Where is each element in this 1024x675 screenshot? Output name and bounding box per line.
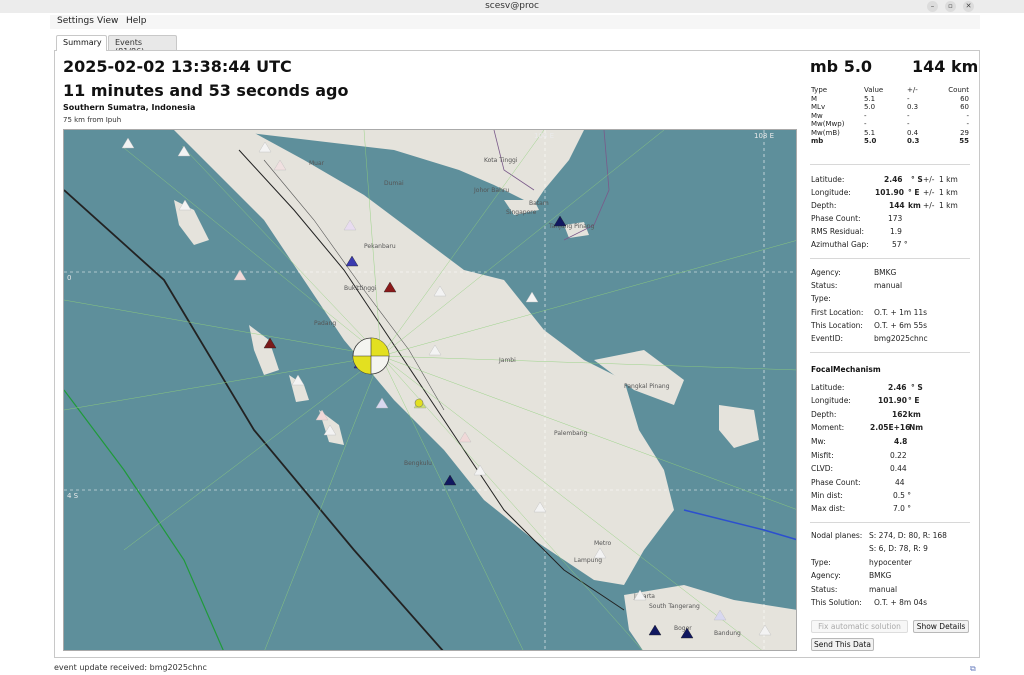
show-details-button[interactable]: Show Details — [913, 620, 969, 633]
fm-this-solution: This Solution: O.T. + 8m 04s — [811, 598, 928, 607]
fm-agency: Agency: BMKG — [811, 571, 892, 580]
map-label: Jambi — [498, 357, 516, 364]
fm-misfit: Misfit: 0.22 — [811, 451, 907, 460]
magnitude-display: mb 5.0 — [810, 57, 873, 76]
origin-latitude: Latitude: 2.46 ° S +/- 1 km — [811, 175, 958, 184]
map-label: Dumai — [384, 180, 404, 187]
status-bar: event update received: bmg2025chnc — [50, 662, 980, 675]
fm-longitude: Longitude: 101.90 ° E — [811, 396, 920, 405]
event-elapsed: 11 minutes and 53 seconds ago — [63, 81, 349, 100]
network-icon: ⧉ — [970, 664, 976, 673]
grid-label-lon: 104 E — [534, 132, 554, 140]
close-icon[interactable]: ✕ — [963, 1, 974, 12]
fm-max-dist: Max dist: 7.0 ° — [811, 504, 912, 513]
fm-moment: Moment: 2.05E+16 Nm — [811, 423, 924, 432]
event-time: 2025-02-02 13:38:44 UTC — [63, 57, 292, 76]
magnitude-row-preferred[interactable]: mb 5.0 0.3 55 — [811, 137, 971, 146]
map-label: Bogor — [674, 625, 692, 632]
map-canvas: Kota Tinggi Singapore Johor Bahru Tanjun… — [64, 130, 796, 650]
origin-rms: RMS Residual: 1.9 — [811, 227, 902, 236]
fm-status: Status: manual — [811, 585, 898, 594]
menu-bar: Settings View Help — [50, 15, 980, 29]
map-label: Pekanbaru — [364, 243, 396, 250]
divider — [810, 164, 970, 165]
window-titlebar: scesv@proc – ▫ ✕ — [0, 0, 1024, 13]
map-label: Palembang — [554, 430, 588, 437]
origin-depth: Depth: 144 km +/- 1 km — [811, 201, 958, 210]
depth-display: 144 km — [912, 57, 979, 76]
map-label: Batam — [529, 200, 549, 207]
grid-label-lat: 0 — [67, 274, 71, 282]
origin-azimuthal-gap: Azimuthal Gap: 57 ° — [811, 240, 908, 249]
grid-label-lat: 4 S — [67, 492, 79, 500]
send-this-data-button[interactable]: Send This Data — [811, 638, 874, 651]
fm-mw: Mw: 4.8 — [811, 437, 908, 446]
map-label: Kota Tinggi — [484, 157, 518, 164]
window-title: scesv@proc — [485, 1, 539, 11]
divider — [810, 352, 970, 353]
origin-phase-count: Phase Count: 173 — [811, 214, 903, 223]
grid-label-lon: 108 E — [754, 132, 774, 140]
map-label: Johor Bahru — [473, 187, 509, 194]
tab-events[interactable]: Events (81/86) — [108, 35, 177, 56]
map-label: Bengkulu — [404, 460, 432, 467]
fix-automatic-solution-button[interactable]: Fix automatic solution — [811, 620, 908, 633]
event-region: Southern Sumatra, Indonesia — [63, 103, 196, 112]
map-label: Padang — [314, 320, 336, 327]
divider — [810, 258, 970, 259]
map-label: Singapore — [506, 209, 537, 216]
event-map[interactable]: Kota Tinggi Singapore Johor Bahru Tanjun… — [63, 129, 797, 651]
magnitude-table: Type Value +/- Count M 5.1 - 60 MLv 5.0 … — [811, 86, 971, 146]
fm-nodal-planes: Nodal planes: S: 274, D: 80, R: 168 — [811, 531, 947, 540]
status-message: event update received: bmg2025chnc — [54, 663, 207, 672]
fm-clvd: CLVD: 0.44 — [811, 464, 907, 473]
fm-phase-count: Phase Count: 44 — [811, 478, 905, 487]
menu-settings[interactable]: Settings — [57, 16, 94, 26]
map-label: Pangkal Pinang — [624, 383, 670, 390]
origin-agency: Agency: BMKG — [811, 268, 897, 277]
event-nearest-city: 75 km from Ipuh — [63, 116, 122, 124]
map-label: Muar — [309, 160, 325, 167]
map-label: Metro — [594, 540, 612, 547]
magnitude-row[interactable]: Mw(mB) 5.1 0.4 29 — [811, 129, 971, 138]
menu-view[interactable]: View — [97, 16, 118, 26]
magnitude-row[interactable]: Mw(Mwp) - - - — [811, 120, 971, 129]
map-label: Bukittinggi — [344, 285, 377, 292]
fm-nodal-plane-2: S: 6, D: 78, R: 9 — [869, 544, 928, 553]
map-label: Bandung — [714, 630, 741, 637]
map-label: South Tangerang — [649, 603, 700, 610]
origin-type: Type: — [811, 294, 831, 303]
origin-this-location: This Location: O.T. + 6m 55s — [811, 321, 928, 330]
origin-longitude: Longitude: 101.90 ° E +/- 1 km — [811, 188, 958, 197]
magnitude-row[interactable]: M 5.1 - 60 — [811, 95, 971, 104]
tab-summary[interactable]: Summary — [56, 35, 107, 51]
divider — [810, 522, 970, 523]
menu-help[interactable]: Help — [126, 16, 147, 26]
origin-status: Status: manual — [811, 281, 903, 290]
fm-type: Type: hypocenter — [811, 558, 912, 567]
epicenter-marker — [414, 398, 424, 408]
maximize-icon[interactable]: ▫ — [945, 1, 956, 12]
minimize-icon[interactable]: – — [927, 1, 938, 12]
magnitude-row[interactable]: Mw - - - — [811, 112, 971, 121]
focal-mechanism-beachball — [352, 337, 390, 375]
fm-min-dist: Min dist: 0.5 ° — [811, 491, 912, 500]
origin-first-location: First Location: O.T. + 1m 11s — [811, 308, 928, 317]
magnitude-row[interactable]: MLv 5.0 0.3 60 — [811, 103, 971, 112]
origin-event-id: EventID: bmg2025chnc — [811, 334, 928, 343]
fm-depth: Depth: 162 km — [811, 410, 921, 419]
focal-mechanism-title: FocalMechanism — [811, 365, 881, 374]
magnitude-table-header: Type Value +/- Count — [811, 86, 969, 94]
fm-latitude: Latitude: 2.46 ° S — [811, 383, 923, 392]
